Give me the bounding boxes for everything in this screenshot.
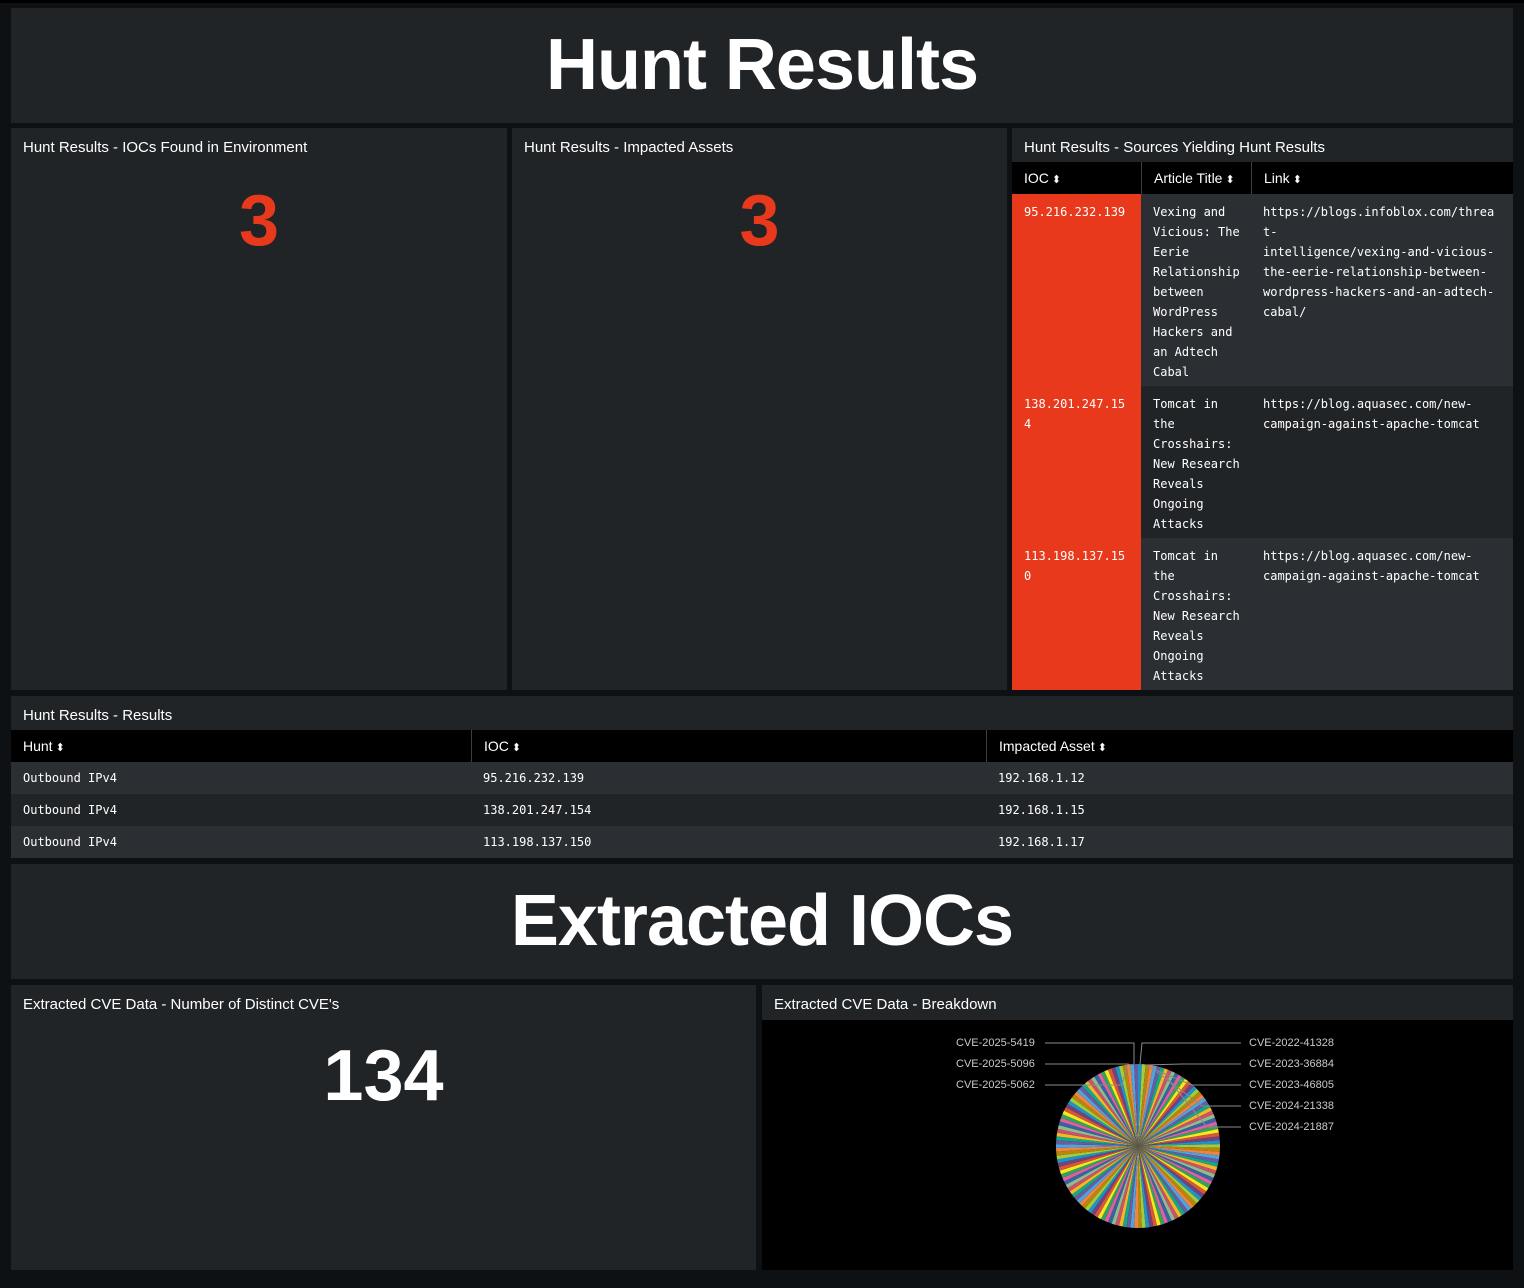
results-title: Hunt Results - Results	[23, 707, 173, 724]
sort-icon: ⬍	[1292, 174, 1302, 186]
results-col-impacted-asset[interactable]: Impacted Asset ⬍	[987, 730, 1513, 762]
results-ioc-cell: 138.201.247.154	[483, 803, 592, 817]
sources-link-cell[interactable]: https://blog.aquasec.com/new- campaign-a…	[1251, 386, 1513, 538]
results-ioc-cell: 95.216.232.139	[483, 771, 585, 785]
table-row: Outbound IPv4 113.198.137.150 192.168.1.…	[11, 826, 1513, 858]
sources-title-cell: Tomcat in the Crosshairs: New Research R…	[1153, 549, 1240, 683]
sources-ioc-cell: 95.216.232.139	[1012, 194, 1141, 386]
results-ioc-cell: 113.198.137.150	[483, 835, 592, 849]
results-hunt-cell: Outbound IPv4	[23, 835, 117, 849]
iocs-found-title: Hunt Results - IOCs Found in Environment	[23, 139, 308, 156]
results-hunt-cell: Outbound IPv4	[23, 803, 117, 817]
iocs-found-panel: Hunt Results - IOCs Found in Environment…	[11, 128, 507, 690]
iocs-found-value: 3	[238, 181, 280, 261]
results-table-header: Hunt ⬍ IOC ⬍ Impacted Asset ⬍	[11, 730, 1513, 762]
cve-breakdown-panel: Extracted CVE Data - Breakdown CVE-2025-…	[762, 985, 1513, 1270]
pie-label: CVE-2022-41328	[1249, 1037, 1335, 1049]
table-row: 95.216.232.139 Vexing and Vicious: The E…	[1012, 194, 1513, 386]
pie-label: CVE-2024-21338	[1249, 1100, 1335, 1112]
table-row: 113.198.137.150 Tomcat in the Crosshairs…	[1012, 538, 1513, 690]
extracted-iocs-heading: Extracted IOCs	[510, 881, 1014, 961]
table-row: Outbound IPv4 138.201.247.154 192.168.1.…	[11, 794, 1513, 826]
sort-icon: ⬍	[1051, 174, 1062, 186]
pie-label: CVE-2025-5096	[956, 1058, 1035, 1070]
results-panel: Hunt Results - Results Hunt ⬍ IOC ⬍ Impact…	[11, 696, 1513, 858]
pie-chart[interactable]	[762, 1020, 1513, 1270]
impacted-assets-value: 3	[739, 181, 780, 261]
sources-col-link[interactable]: Link ⬍	[1252, 162, 1513, 194]
pie-leader-line	[1139, 1042, 1241, 1065]
sort-icon: ⬍	[1225, 174, 1235, 186]
sources-link-cell[interactable]: https://blogs.infoblox.com/threat- intel…	[1251, 194, 1513, 386]
cve-count-value: 134	[323, 1036, 444, 1116]
sources-title-cell: Vexing and Vicious: The Eerie Relationsh…	[1153, 205, 1240, 379]
sources-ioc-cell: 138.201.247.154	[1012, 386, 1141, 538]
table-row: Outbound IPv4 95.216.232.139 192.168.1.1…	[11, 762, 1513, 794]
impacted-assets-title: Hunt Results - Impacted Assets	[524, 139, 734, 156]
results-asset-cell: 192.168.1.12	[998, 771, 1085, 785]
results-col-hunt[interactable]: Hunt ⬍	[11, 730, 471, 762]
sources-col-ioc[interactable]: IOC ⬍	[1012, 162, 1141, 194]
results-hunt-cell: Outbound IPv4	[23, 771, 117, 785]
sort-icon: ⬍	[511, 742, 522, 754]
table-row: 138.201.247.154 Tomcat in the Crosshairs…	[1012, 386, 1513, 538]
pie-label: CVE-2023-46805	[1249, 1079, 1335, 1091]
cve-count-title: Extracted CVE Data - Number of Distinct …	[23, 996, 340, 1013]
sources-col-article-title[interactable]: Article Title ⬍	[1142, 162, 1251, 194]
pie-label: CVE-2025-5062	[956, 1079, 1035, 1091]
hunt-results-heading: Hunt Results	[545, 25, 979, 105]
sort-icon: ⬍	[1097, 742, 1107, 754]
pie-leader-line	[1045, 1042, 1135, 1064]
pie-label: CVE-2025-5419	[956, 1037, 1035, 1049]
results-asset-cell: 192.168.1.17	[998, 835, 1085, 849]
hunt-results-banner: Hunt Results	[11, 8, 1513, 123]
results-col-ioc[interactable]: IOC ⬍	[472, 730, 986, 762]
pie-leader-line	[1045, 1063, 1132, 1066]
pie-leader-line	[1143, 1063, 1241, 1066]
sources-title: Hunt Results - Sources Yielding Hunt Res…	[1024, 139, 1325, 156]
sources-table-header: IOC ⬍ Article Title ⬍ Link ⬍	[1012, 162, 1513, 194]
cve-breakdown-title: Extracted CVE Data - Breakdown	[774, 996, 997, 1013]
impacted-assets-panel: Hunt Results - Impacted Assets 3	[512, 128, 1007, 690]
sort-icon: ⬍	[55, 742, 65, 754]
pie-label: CVE-2023-36884	[1249, 1058, 1335, 1070]
sources-panel: Hunt Results - Sources Yielding Hunt Res…	[1012, 128, 1513, 690]
pie-label: CVE-2024-21887	[1249, 1121, 1335, 1133]
results-asset-cell: 192.168.1.15	[998, 803, 1085, 817]
sources-title-cell: Tomcat in the Crosshairs: New Research R…	[1153, 397, 1240, 531]
cve-count-panel: Extracted CVE Data - Number of Distinct …	[11, 985, 756, 1270]
sources-link-cell[interactable]: https://blog.aquasec.com/new- campaign-a…	[1251, 538, 1513, 690]
top-strip	[0, 0, 1524, 3]
pie-chart-area: CVE-2025-5419 CVE-2025-5096 CVE-2025-506…	[762, 1020, 1513, 1270]
extracted-iocs-banner: Extracted IOCs	[11, 864, 1513, 979]
sources-ioc-cell: 113.198.137.150	[1012, 538, 1141, 690]
